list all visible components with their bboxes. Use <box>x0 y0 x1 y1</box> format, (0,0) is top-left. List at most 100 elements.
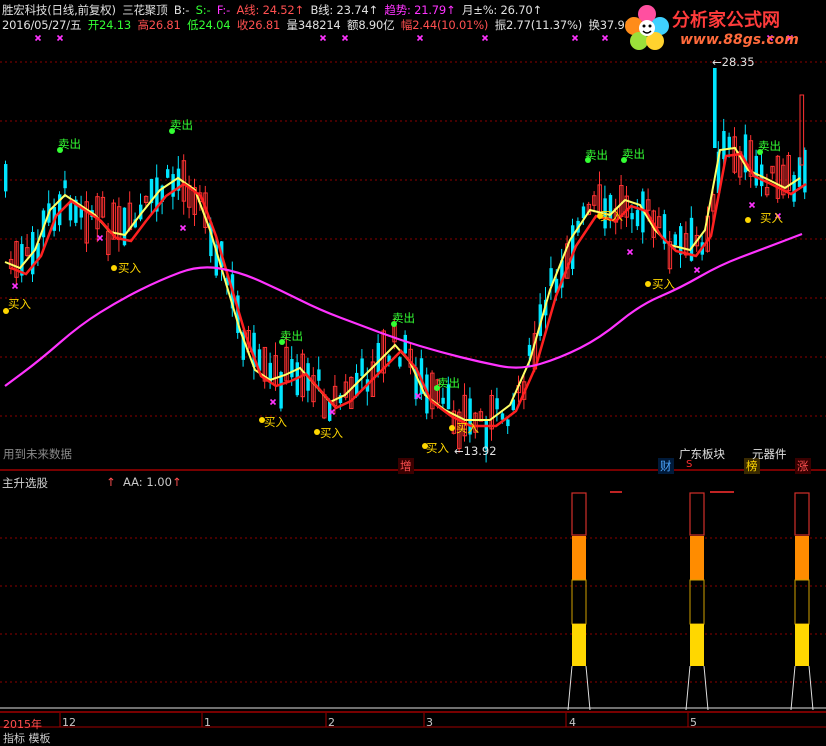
candle-body <box>635 210 640 227</box>
signal-x-mark <box>56 34 64 42</box>
buy-label: 买入 <box>426 441 449 455</box>
sub-indicator-panel <box>0 491 826 711</box>
candle-body <box>754 155 758 186</box>
sell-label: 卖出 <box>170 118 193 132</box>
signal-x-mark <box>416 34 424 42</box>
b-label: B: <box>173 3 186 17</box>
flower-logo-icon <box>625 5 669 50</box>
f-label: F: <box>216 3 227 17</box>
signal-bar-mid <box>571 579 587 625</box>
signal-bar-top <box>571 492 587 536</box>
candle-body <box>630 213 634 220</box>
candle-body <box>722 131 726 160</box>
high-price-mark: ←28.35 <box>712 55 755 69</box>
candle-body <box>398 357 402 367</box>
red-ma-line <box>10 152 807 428</box>
signal-x-mark <box>341 34 349 42</box>
candle-body <box>403 334 407 354</box>
finance-marker[interactable]: 财 <box>658 458 674 474</box>
axis-month-label: 2 <box>328 716 335 729</box>
amount-value: 额8.90亿 <box>347 18 395 32</box>
candle-body <box>673 234 677 246</box>
logo-url: www.88gs.com <box>680 32 799 48</box>
signal-bar-top <box>689 492 705 536</box>
site-logo: 分析家公式网 www.88gs.com <box>622 0 822 58</box>
signal-x-mark <box>319 34 327 42</box>
candle-body <box>63 180 67 189</box>
signal-bar-orange <box>572 536 586 580</box>
yellow-ma-line <box>4 146 801 421</box>
axis-month-label: 12 <box>62 716 76 729</box>
signal-x-mark <box>748 201 756 209</box>
close-value: 收26.81 <box>236 18 281 32</box>
axis-month-label: 3 <box>426 716 433 729</box>
sub-panel-aa-value: ↑ AA: 1.00↑ <box>106 475 182 489</box>
signal-bar-gold <box>690 624 704 666</box>
candle-body <box>4 164 8 192</box>
rise-marker[interactable]: 涨 <box>795 458 811 474</box>
b-value: - <box>185 3 190 17</box>
buy-label: 买入 <box>118 261 141 275</box>
signal-x-mark <box>96 234 104 242</box>
sub-panel-title: 主升选股 <box>2 476 48 490</box>
b-line-value: B线: 23.74↑ <box>310 3 378 17</box>
f-value: - <box>226 3 231 17</box>
candle-body <box>166 169 170 178</box>
signal-spike <box>567 665 591 711</box>
stock-name: 胜宏科技(日线,前复权) <box>2 3 116 17</box>
signal-x-mark <box>269 398 277 406</box>
month-value: 月±%: 26.70↑ <box>461 3 542 17</box>
signal-x-mark <box>601 34 609 42</box>
buy-label: 买入 <box>320 426 343 440</box>
sell-label: 卖出 <box>622 147 645 161</box>
trend-value: 趋势: 21.79↑ <box>384 3 456 17</box>
candle-body <box>495 398 499 410</box>
low-price-mark: ←13.92 <box>454 444 497 458</box>
sell-label: 卖出 <box>585 148 608 162</box>
signal-x-mark <box>693 266 701 274</box>
buy-label: 买入 <box>456 421 479 435</box>
a-line-value: A线: 24.52↑ <box>236 3 305 17</box>
date-value: 2016/05/27/五 <box>2 18 82 32</box>
bottom-tabs[interactable]: 指标 模板 <box>3 730 51 746</box>
low-value: 低24.04 <box>187 18 231 32</box>
candle-body <box>792 175 796 202</box>
future-data-note: 用到未来数据 <box>3 447 72 461</box>
candle-body <box>679 226 683 255</box>
s-label: S: <box>195 3 207 17</box>
candle-body <box>506 419 510 427</box>
sell-label: 卖出 <box>392 311 415 325</box>
signal-spike <box>790 665 814 711</box>
sector-label[interactable]: 元器件 <box>752 446 787 462</box>
signal-x-mark <box>571 34 579 42</box>
signal-bar-gold <box>795 624 809 666</box>
moving-average-lines <box>4 146 807 428</box>
amplitude-value: 振2.77(11.37%) <box>494 18 583 32</box>
buy-label: 买入 <box>8 297 31 311</box>
buy-label: 买入 <box>264 415 287 429</box>
indicator-name: 三花聚顶 <box>122 3 168 17</box>
signal-x-mark <box>11 282 19 290</box>
axis-month-label: 1 <box>204 716 211 729</box>
buy-dot <box>111 265 117 271</box>
signal-x-mark <box>179 224 187 232</box>
axis-month-label: 5 <box>690 716 697 729</box>
s-marker[interactable]: S <box>686 459 692 470</box>
candle-body <box>317 369 321 381</box>
signal-bar-orange <box>795 536 809 580</box>
kline-chart[interactable] <box>0 0 826 735</box>
sell-label: 卖出 <box>58 137 81 151</box>
candle-body <box>360 358 364 377</box>
buy-label: 买入 <box>652 277 675 291</box>
signal-bar-top <box>794 492 810 536</box>
open-value: 开24.13 <box>87 18 131 32</box>
candle-body <box>441 397 445 404</box>
candle-body <box>727 136 731 149</box>
header-line-1: 胜宏科技(日线,前复权) 三花聚顶 B:- S:- F:- A线: 24.52↑… <box>2 2 545 18</box>
buy-dot <box>645 281 651 287</box>
candle-body <box>68 202 73 221</box>
signal-spike <box>685 665 709 711</box>
change-value: 幅2.44(10.01%) <box>400 18 489 32</box>
buy-dot <box>745 217 751 223</box>
add-marker[interactable]: 增 <box>398 458 414 474</box>
